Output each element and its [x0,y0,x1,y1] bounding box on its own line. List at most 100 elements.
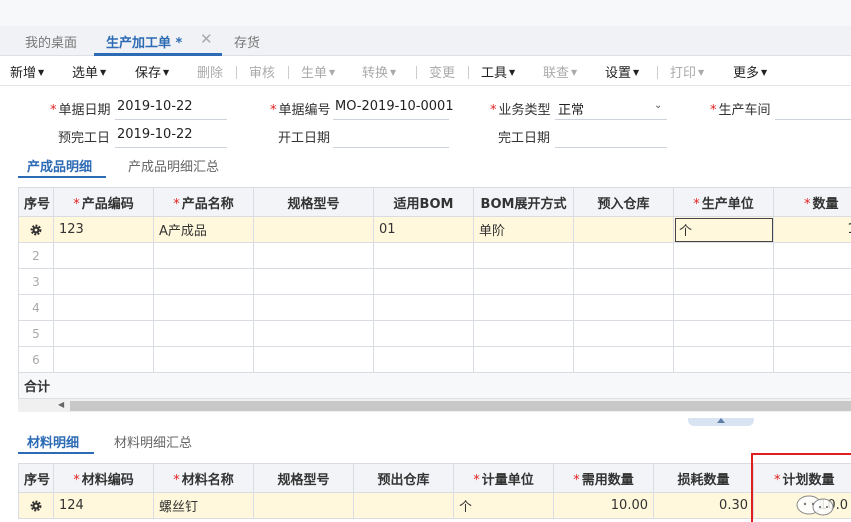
more-button[interactable]: 更多 ▼ [733,62,767,81]
col-header-product-code[interactable]: * 产品编码 [53,187,154,217]
doc-no-field[interactable]: MO-2019-10-0001 [335,99,454,114]
col-header-spec[interactable]: 规格型号 [253,463,354,493]
chevron-down-icon: ▼ [390,68,397,77]
collapse-panel-handle[interactable] [688,418,754,426]
gear-icon [30,500,42,512]
table-row[interactable]: 3 [18,268,851,295]
audit-button[interactable]: 审核 [249,62,275,81]
change-button[interactable]: 变更 [429,62,455,81]
tab-material-summary[interactable]: 材料明细汇总 [114,432,192,451]
plan-finish-field[interactable]: 2019-10-22 [117,127,193,142]
chevron-down-icon: ▼ [571,68,578,77]
tab-product-detail[interactable]: 产成品明细 [27,156,92,175]
col-header-qty[interactable]: * 数量 [773,187,851,217]
chevron-down-icon: ▼ [100,68,107,77]
table-row[interactable]: 6 [18,346,851,373]
close-tab-icon[interactable]: ✕ [200,30,213,48]
tools-label: 工具 [481,66,508,81]
table-row[interactable]: 4 [18,294,851,321]
settings-label: 设置 [605,66,632,81]
col-header-material-code[interactable]: * 材料编码 [53,463,154,493]
col-header-measure-unit[interactable]: * 计量单位 [453,463,554,493]
cell-spec[interactable] [253,216,374,243]
biz-type-select[interactable]: 正常 [558,99,584,118]
plan-finish-label: 预完工日 [58,131,111,146]
generate-button[interactable]: 生单 ▼ [301,62,335,81]
settings-button[interactable]: 设置 ▼ [605,62,639,81]
document-tab-bar: 我的桌面 生产加工单 * ✕ 存货 [0,26,851,56]
horizontal-scrollbar[interactable]: ◀ [18,398,851,412]
col-header-product-name[interactable]: * 产品名称 [153,187,254,217]
table-row[interactable]: 5 [18,320,851,347]
col-header-warehouse[interactable]: 预入仓库 [573,187,674,217]
delete-button[interactable]: 删除 [197,62,223,81]
material-detail-grid: 序号 * 材料编码 * 材料名称 规格型号 预出仓库 * 计量单位 * 需用数量 损耗数… [18,463,851,519]
tab-inventory[interactable]: 存货 [234,32,260,51]
col-header-index: 序号 [18,463,54,493]
gear-icon [30,224,42,236]
col-header-material-name[interactable]: * 材料名称 [153,463,254,493]
new-button-label: 新增 [10,66,37,81]
table-row[interactable]: 123 A产成品 01 单阶 个 10. [18,216,851,243]
cell-material-code[interactable]: 124 [53,492,154,519]
scroll-left-icon[interactable]: ◀ [58,400,64,409]
select-order-button[interactable]: 选单 ▼ [72,62,106,81]
chevron-down-icon: ▼ [163,68,170,77]
cell-loss-qty[interactable]: 0.30 [653,492,754,519]
toolbar-divider [657,66,658,79]
total-qty: 10 [773,372,851,399]
row-index: 6 [18,346,54,373]
doc-date-underline [115,119,227,120]
cell-qty[interactable]: 10. [773,216,851,243]
tab-production-order[interactable]: 生产加工单 * [106,32,182,51]
save-button[interactable]: 保存 ▼ [135,62,169,81]
biz-type-underline [555,119,667,120]
save-label: 保存 [135,66,162,81]
cell-need-qty[interactable]: 10.00 [553,492,654,519]
cell-out-warehouse[interactable] [353,492,454,519]
active-subtab-indicator [18,452,94,454]
total-row: 合计 10 [18,372,851,399]
col-header-unit[interactable]: * 生产单位 [673,187,774,217]
total-label: 合计 [18,372,154,399]
row-index: 5 [18,320,54,347]
doc-date-label: * 单据日期 [50,103,111,118]
toolbar-divider [236,66,237,79]
scrollbar-thumb[interactable] [70,401,851,411]
tab-my-desktop[interactable]: 我的桌面 [25,32,77,51]
chevron-down-icon[interactable]: ⌄ [654,100,662,111]
convert-button[interactable]: 转换 ▼ [362,62,396,81]
chevron-down-icon: ▼ [329,68,336,77]
print-button[interactable]: 打印 ▼ [670,62,704,81]
cell-product-code[interactable]: 123 [53,216,154,243]
convert-label: 转换 [362,66,389,81]
cell-spec[interactable] [253,492,354,519]
cell-material-name[interactable]: 螺丝钉 [153,492,254,519]
grid-header-row: 序号 * 材料编码 * 材料名称 规格型号 预出仓库 * 计量单位 * 需用数量 损耗数… [18,463,851,493]
new-button[interactable]: 新增 ▼ [10,62,44,81]
row-settings-icon[interactable] [18,492,54,519]
cell-warehouse[interactable] [573,216,674,243]
cell-unit-editing[interactable]: 个 [673,216,774,243]
col-header-bom[interactable]: 适用BOM [373,187,474,217]
tab-product-summary[interactable]: 产成品明细汇总 [128,156,219,175]
col-header-bom-expand[interactable]: BOM展开方式 [473,187,574,217]
col-header-loss-qty[interactable]: 损耗数量 [653,463,754,493]
row-settings-icon[interactable] [18,216,54,243]
tab-material-detail[interactable]: 材料明细 [27,432,79,451]
linked-query-button[interactable]: 联查 ▼ [543,62,577,81]
col-header-need-qty[interactable]: * 需用数量 [553,463,654,493]
grid-header-row: 序号 * 产品编码 * 产品名称 规格型号 适用BOM BOM展开方式 预入仓库 *… [18,187,851,217]
cell-measure-unit[interactable]: 个 [453,492,554,519]
col-header-spec[interactable]: 规格型号 [253,187,374,217]
table-row[interactable]: 2 [18,242,851,269]
col-header-out-warehouse[interactable]: 预出仓库 [353,463,454,493]
tools-button[interactable]: 工具 ▼ [481,62,515,81]
cell-product-name[interactable]: A产成品 [153,216,254,243]
toolbar: 新增 ▼ 选单 ▼ 保存 ▼ 删除 审核 生单 ▼ 转换 ▼ 变更 工具 ▼ 联查 ▼ 设置 ▼… [0,56,851,86]
cell-bom[interactable]: 01 [373,216,474,243]
doc-date-field[interactable]: 2019-10-22 [117,99,193,114]
start-date-underline [333,147,449,148]
cell-bom-expand[interactable]: 单阶 [473,216,574,243]
table-row[interactable]: 124 螺丝钉 个 10.00 0.30 10.0 [18,492,851,519]
